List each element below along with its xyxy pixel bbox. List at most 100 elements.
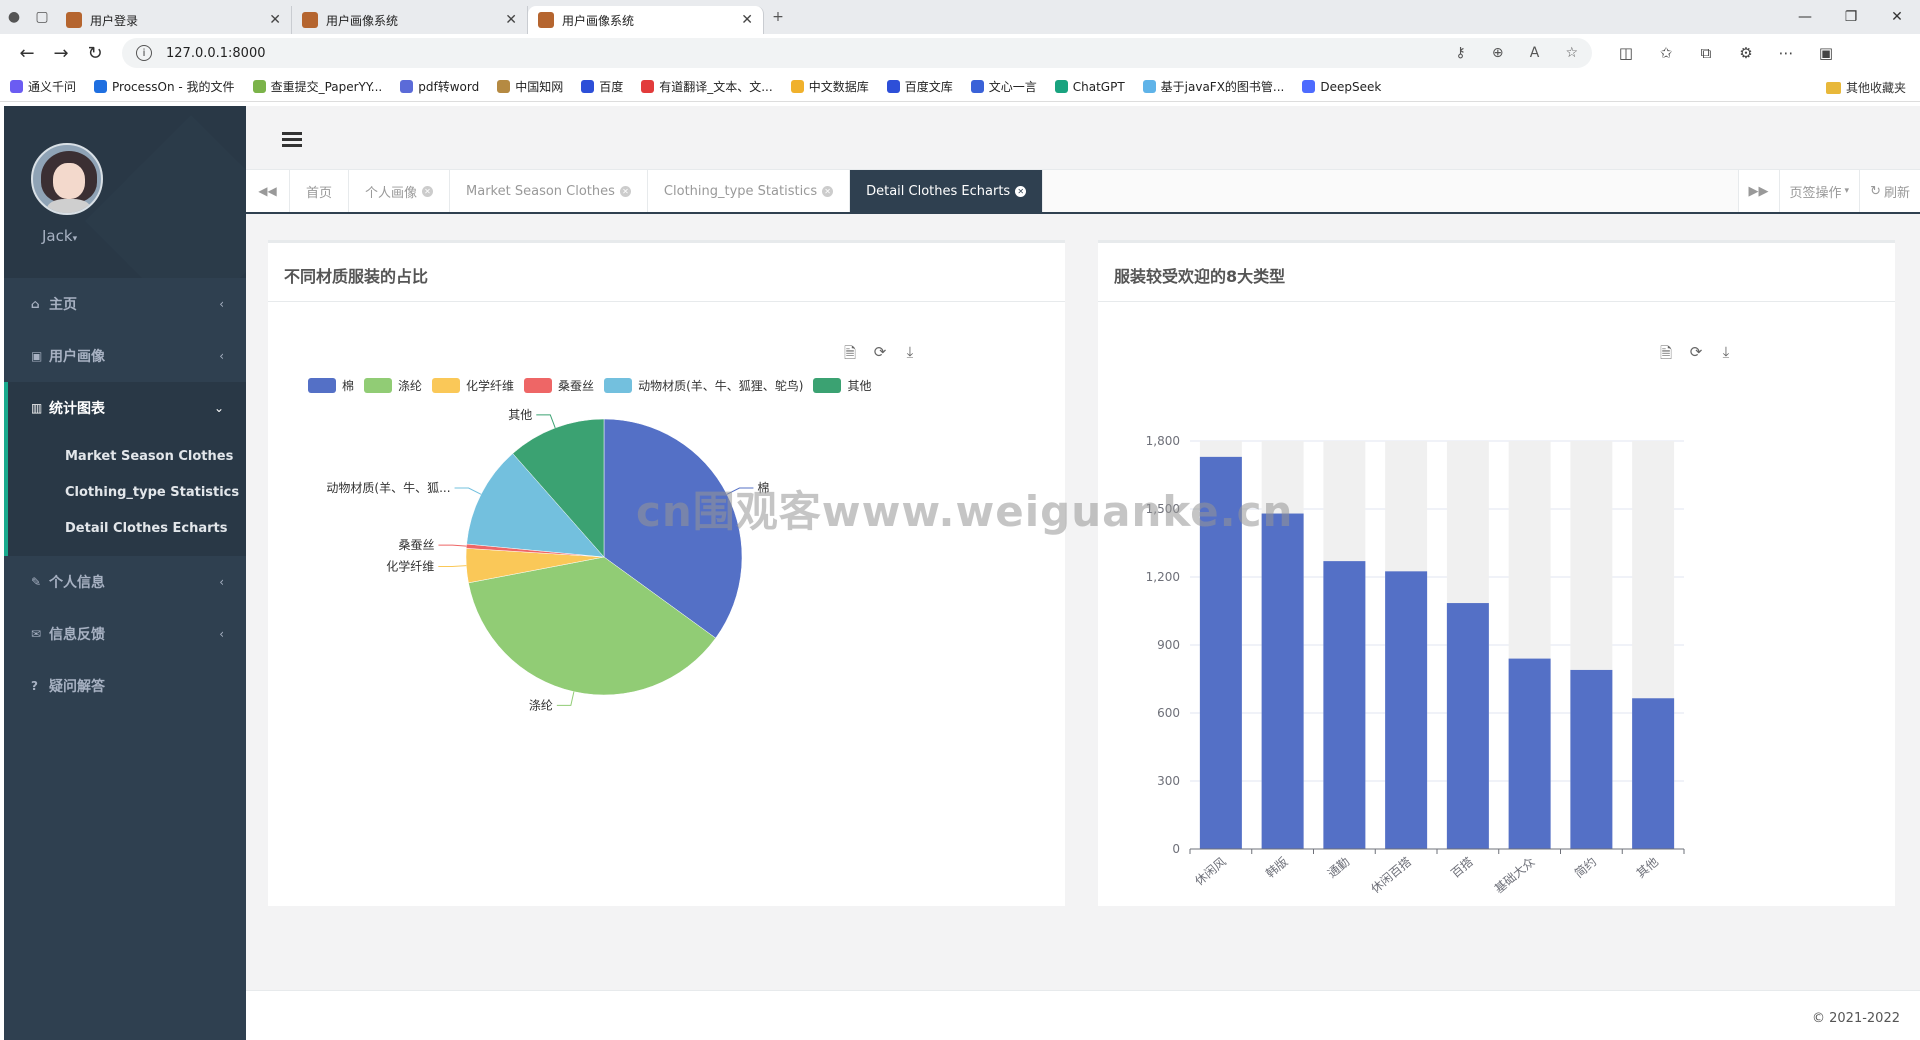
refresh-button[interactable]: ↻ 刷新 [1859, 170, 1920, 212]
bookmark-label: 有道翻译_文本、文... [659, 80, 773, 94]
close-tab-icon[interactable]: ✕ [619, 185, 631, 197]
browser-tab-active[interactable]: 用户画像系统 ✕ [528, 6, 764, 34]
close-tab-icon[interactable]: ✕ [505, 12, 517, 28]
browser-tab-portrait[interactable]: 用户画像系统 ✕ [292, 6, 528, 34]
tabs-scroll-right-icon[interactable]: ▶▶ [1737, 170, 1779, 212]
legend-item[interactable]: 桑蚕丝 [524, 377, 594, 394]
sidebar-item-faq[interactable]: ? 疑问解答 [4, 660, 246, 712]
legend-item[interactable]: 动物材质(羊、牛、狐狸、鸵鸟) [604, 377, 803, 394]
save-image-icon[interactable]: ⤓ [1711, 343, 1741, 368]
tab-operations-label: 页签操作 [1789, 185, 1842, 201]
page-tab-detail-echarts[interactable]: Detail Clothes Echarts ✕ [850, 170, 1044, 212]
close-tab-icon[interactable]: ✕ [822, 185, 834, 197]
other-bookmarks[interactable]: 其他收藏夹 [1825, 79, 1906, 96]
legend-item[interactable]: 其他 [813, 377, 871, 394]
bookmark-label: pdf转word [418, 80, 480, 94]
favorites-icon[interactable]: ✩ [1646, 44, 1686, 62]
page-tab-market-season[interactable]: Market Season Clothes ✕ [450, 170, 648, 212]
bookmark-label: DeepSeek [1320, 79, 1382, 94]
bookmark-label: 基于javaFX的图书管... [1160, 80, 1285, 94]
close-tab-icon[interactable]: ✕ [422, 185, 434, 197]
zoom-icon[interactable]: ⊕ [1492, 45, 1504, 61]
bar [1508, 658, 1551, 849]
data-view-icon[interactable]: 🗎 [835, 343, 865, 368]
reload-icon[interactable]: ↻ [78, 38, 112, 68]
bookmark-item[interactable]: 中国知网 [497, 78, 563, 95]
avatar[interactable] [31, 143, 103, 215]
pie-label-line [536, 414, 556, 429]
submenu-market-season[interactable]: Market Season Clothes [8, 438, 246, 474]
submenu-detail-echarts[interactable]: Detail Clothes Echarts [8, 510, 246, 546]
bookmark-item[interactable]: 文心一言 [970, 78, 1037, 95]
close-tab-icon[interactable]: ✕ [1015, 185, 1027, 197]
minimize-icon[interactable]: — [1782, 0, 1828, 34]
collections-icon[interactable]: ⧉ [1686, 44, 1726, 62]
read-aloud-icon[interactable]: A [1530, 45, 1540, 61]
restore-icon[interactable]: ⟳ [865, 343, 895, 368]
sidebar-item-user-portrait[interactable]: ▣ 用户画像 ‹ [4, 330, 246, 382]
save-image-icon[interactable]: ⤓ [895, 343, 925, 368]
sidebar-item-label: 主页 [49, 297, 77, 313]
sidebar-toggle-icon[interactable]: ▣ [1806, 44, 1846, 62]
browser-tab-title: 用户画像系统 [562, 13, 635, 28]
legend-swatch [813, 378, 842, 393]
sidebar: Jack▾ ⌂ 主页 ‹ ▣ 用户画像 ‹ ▥ 统计图表 ⌄ Market Se… [4, 106, 246, 1040]
page-tab-home[interactable]: 首页 [290, 170, 350, 212]
legend-item[interactable]: 涤纶 [364, 377, 422, 394]
bookmark-item[interactable]: 通义千问 [10, 78, 76, 95]
chart-toolbox: 🗎 ⟳ ⤓ [1651, 343, 1741, 368]
submenu-clothing-type[interactable]: Clothing_type Statistics [8, 474, 246, 510]
legend-item[interactable]: 棉 [308, 377, 354, 394]
legend-item[interactable]: 化学纤维 [432, 377, 514, 394]
tabs-scroll-left-icon[interactable]: ◀◀ [246, 170, 290, 212]
split-screen-icon[interactable]: ◫ [1606, 44, 1646, 62]
extensions-icon[interactable]: ⚙ [1726, 44, 1766, 62]
url-text[interactable]: 127.0.0.1:8000 [166, 46, 1433, 61]
username-dropdown[interactable]: Jack▾ [42, 227, 77, 245]
favorite-star-icon[interactable]: ☆ [1565, 45, 1578, 61]
key-icon[interactable]: ⚷ [1455, 45, 1465, 61]
bookmark-item[interactable]: 查重提交_PaperYY... [252, 78, 382, 95]
back-icon[interactable]: ← [10, 38, 44, 68]
bookmark-item[interactable]: 百度文库 [886, 78, 953, 95]
restore-icon[interactable]: ❐ [1828, 0, 1874, 34]
close-tab-icon[interactable]: ✕ [269, 12, 281, 28]
forward-icon[interactable]: → [44, 38, 78, 68]
bookmark-favicon-icon [581, 80, 595, 93]
page-tab-label: 首页 [306, 185, 333, 201]
tab-actions-icon[interactable]: ▢ [28, 3, 56, 31]
tab-operations-dropdown[interactable]: 页签操作 ▾ [1778, 170, 1860, 212]
bookmark-item[interactable]: pdf转word [400, 78, 479, 95]
menu-toggle-icon[interactable] [282, 132, 302, 150]
profile-area: Jack▾ [4, 106, 246, 278]
address-bar[interactable]: i 127.0.0.1:8000 ⚷ ⊕ A ☆ [122, 38, 1592, 68]
bookmark-item[interactable]: 有道翻译_文本、文... [641, 78, 773, 95]
sidebar-item-personal-info[interactable]: ✎ 个人信息 ‹ [4, 556, 246, 608]
sidebar-item-home[interactable]: ⌂ 主页 ‹ [4, 278, 246, 330]
close-tab-icon[interactable]: ✕ [741, 12, 753, 28]
other-bookmarks-label: 其他收藏夹 [1845, 81, 1906, 95]
bookmark-item[interactable]: ChatGPT [1054, 80, 1125, 94]
new-tab-button[interactable]: + [764, 3, 792, 31]
bookmark-item[interactable]: 基于javaFX的图书管... [1142, 78, 1285, 95]
bookmark-label: ProcessOn - 我的文件 [112, 80, 235, 94]
more-icon[interactable]: ⋯ [1766, 44, 1806, 62]
page-tab-portrait[interactable]: 个人画像 ✕ [349, 170, 451, 212]
site-info-icon[interactable]: i [136, 45, 152, 61]
bookmark-item[interactable]: ProcessOn - 我的文件 [94, 78, 235, 95]
browser-tab-login[interactable]: 用户登录 ✕ [56, 6, 292, 34]
close-window-icon[interactable]: ✕ [1874, 0, 1920, 34]
main-content: ◀◀ 首页 个人画像 ✕ Market Season Clothes ✕ Cloth… [246, 106, 1920, 1040]
page-tab-clothing-type[interactable]: Clothing_type Statistics ✕ [647, 170, 851, 212]
bookmark-item[interactable]: 中文数据库 [790, 78, 869, 95]
data-view-icon[interactable]: 🗎 [1651, 343, 1681, 368]
restore-icon[interactable]: ⟳ [1681, 343, 1711, 368]
sidebar-item-charts[interactable]: ▥ 统计图表 ⌄ [4, 382, 246, 434]
bookmark-item[interactable]: 百度 [581, 78, 623, 95]
profile-icon[interactable]: ● [0, 3, 28, 31]
sidebar-item-feedback[interactable]: ✉ 信息反馈 ‹ [4, 608, 246, 660]
x-tick-label: 简约 [1571, 854, 1599, 881]
bookmark-item[interactable]: DeepSeek [1302, 80, 1381, 94]
bookmark-favicon-icon [497, 80, 511, 93]
caret-down-icon: ▾ [1844, 186, 1850, 196]
